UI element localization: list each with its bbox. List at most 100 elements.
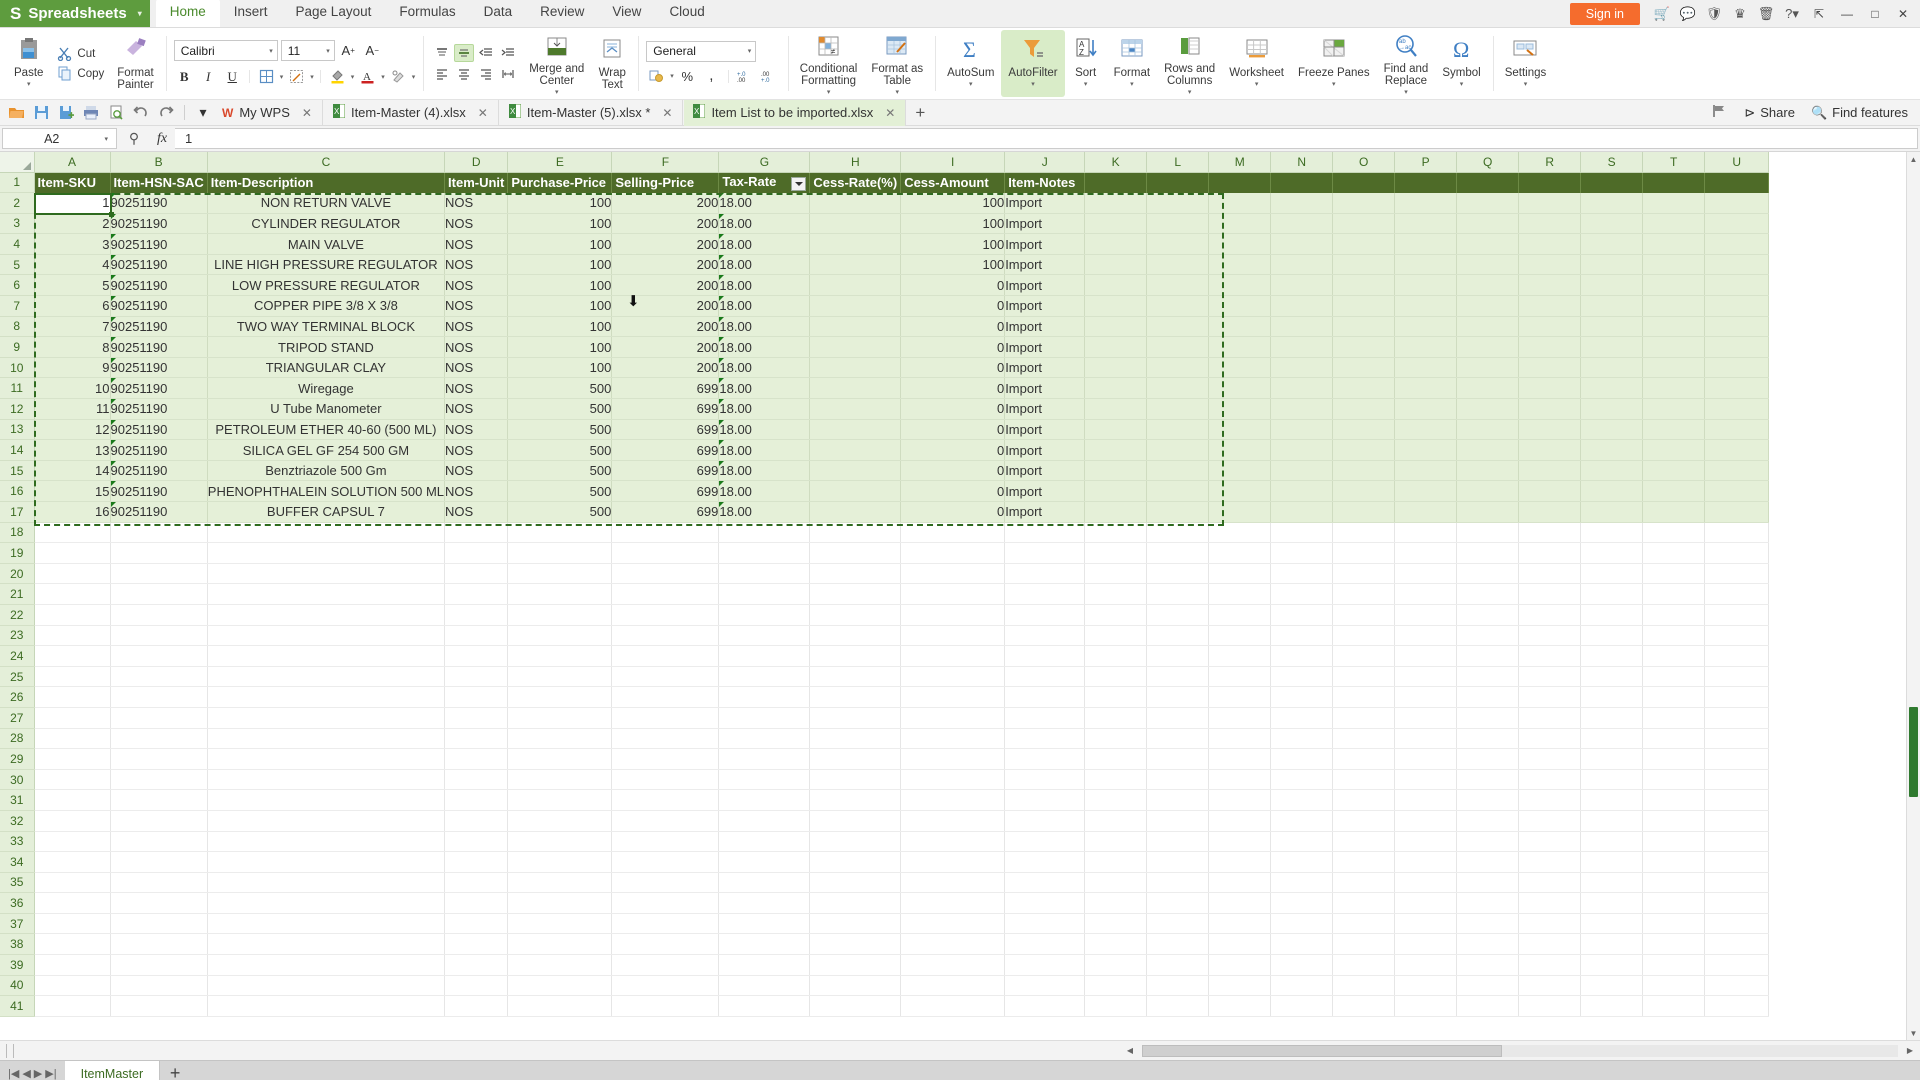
cell-N21[interactable] [1270, 583, 1334, 605]
cell-A7[interactable]: 6 [34, 295, 111, 317]
cell-O18[interactable] [1332, 522, 1396, 544]
cell-K8[interactable] [1084, 316, 1148, 338]
underline-button[interactable]: U [222, 66, 243, 87]
cell-E19[interactable] [507, 542, 613, 564]
cell-H15[interactable] [809, 460, 902, 482]
table-row[interactable]: 33 [0, 831, 1770, 853]
cell-B16[interactable]: 90251190 [110, 480, 208, 502]
redo-icon[interactable] [154, 102, 178, 124]
cell-M12[interactable] [1208, 398, 1272, 420]
cell-G35[interactable] [718, 872, 811, 894]
cell-L14[interactable] [1146, 439, 1210, 461]
cell-A31[interactable] [34, 789, 111, 811]
cell-K17[interactable] [1084, 501, 1148, 523]
cell-J16[interactable]: Import [1004, 480, 1086, 502]
cell-P35[interactable] [1394, 872, 1458, 894]
cell-T11[interactable] [1642, 377, 1706, 400]
cell-K15[interactable] [1084, 460, 1148, 482]
table-row[interactable]: 26 [0, 686, 1770, 708]
cell-K3[interactable] [1084, 213, 1148, 235]
doc-tab-item-master-5[interactable]: X Item-Master (5).xlsx * ✕ [500, 99, 684, 126]
cell-S26[interactable] [1580, 686, 1644, 708]
cell-M38[interactable] [1208, 933, 1272, 956]
cell-E35[interactable] [507, 872, 613, 894]
cell-L10[interactable] [1146, 357, 1210, 379]
cell-G3[interactable]: 18.00 [718, 213, 811, 235]
cell-R9[interactable] [1518, 336, 1582, 358]
cell-I21[interactable] [900, 583, 1006, 605]
crown-icon[interactable]: ♛ [1728, 2, 1752, 26]
cell-A11[interactable]: 10 [34, 377, 111, 400]
cell-U36[interactable] [1704, 892, 1770, 914]
cell-O38[interactable] [1332, 933, 1396, 956]
cell-R19[interactable] [1518, 542, 1582, 564]
cell-I38[interactable] [900, 933, 1006, 956]
table-row[interactable]: 8 7 90251190 TWO WAY TERMINAL BLOCK NOS 100 20… [0, 316, 1770, 338]
cell-S28[interactable] [1580, 728, 1644, 750]
cell-K27[interactable] [1084, 707, 1148, 729]
cell-A35[interactable] [34, 872, 111, 894]
cell-D28[interactable] [444, 728, 509, 750]
cell-N9[interactable] [1270, 336, 1334, 358]
cell-O22[interactable] [1332, 604, 1396, 626]
table-row[interactable]: 38 [0, 933, 1770, 956]
table-row[interactable]: 3 2 90251190 CYLINDER REGULATOR NOS 100 200 18.… [0, 213, 1770, 235]
increase-decimal-icon[interactable]: +.0.00 [735, 66, 756, 87]
table-row[interactable]: 31 [0, 789, 1770, 811]
cell-E27[interactable] [507, 707, 613, 729]
cell-Q9[interactable] [1456, 336, 1520, 358]
cell-M28[interactable] [1208, 728, 1272, 750]
cell-N32[interactable] [1270, 810, 1334, 832]
cell-Q38[interactable] [1456, 933, 1520, 956]
cell-J17[interactable]: Import [1004, 501, 1086, 523]
cell-C30[interactable] [207, 769, 446, 791]
cell-T1[interactable] [1642, 172, 1706, 193]
close-icon[interactable]: ✕ [885, 106, 895, 120]
cell-C29[interactable] [207, 748, 446, 770]
cell-U20[interactable] [1704, 563, 1770, 585]
cell-R11[interactable] [1518, 377, 1582, 400]
cell-P18[interactable] [1394, 522, 1458, 544]
cell-S41[interactable] [1580, 995, 1644, 1017]
cell-Q31[interactable] [1456, 789, 1520, 811]
table-row[interactable]: 37 [0, 913, 1770, 935]
cell-N33[interactable] [1270, 831, 1334, 853]
chevron-down-icon[interactable]: ▾ [381, 73, 385, 81]
cell-Q23[interactable] [1456, 625, 1520, 647]
cell-Q6[interactable] [1456, 274, 1520, 297]
cell-E2[interactable]: 100 [507, 192, 613, 214]
cell-L11[interactable] [1146, 377, 1210, 400]
cell-K22[interactable] [1084, 604, 1148, 626]
cell-G34[interactable] [718, 851, 811, 873]
cell-S31[interactable] [1580, 789, 1644, 811]
cell-J10[interactable]: Import [1004, 357, 1086, 379]
row-header-24[interactable]: 24 [0, 645, 35, 667]
cell-B20[interactable] [110, 563, 208, 585]
cell-G13[interactable]: 18.00 [718, 419, 811, 441]
cell-O14[interactable] [1332, 439, 1396, 461]
cell-J25[interactable] [1004, 666, 1086, 688]
cell-N23[interactable] [1270, 625, 1334, 647]
cell-D30[interactable] [444, 769, 509, 791]
cell-M17[interactable] [1208, 501, 1272, 523]
cell-P7[interactable] [1394, 295, 1458, 317]
cell-J35[interactable] [1004, 872, 1086, 894]
row-header-21[interactable]: 21 [0, 583, 35, 605]
table-row[interactable]: 34 [0, 851, 1770, 873]
cell-D41[interactable] [444, 995, 509, 1017]
cell-I29[interactable] [900, 748, 1006, 770]
cell-A36[interactable] [34, 892, 111, 914]
chevron-down-icon[interactable]: ▾ [261, 47, 273, 55]
cell-G36[interactable] [718, 892, 811, 914]
italic-button[interactable]: I [198, 66, 219, 87]
scroll-right-arrow-icon[interactable]: ▶ [1900, 1046, 1920, 1055]
accounting-format-icon[interactable] [646, 66, 667, 87]
table-row[interactable]: 13 12 90251190 PETROLEUM ETHER 40-60 (500 M… [0, 419, 1770, 441]
cell-J39[interactable] [1004, 954, 1086, 976]
cell-P6[interactable] [1394, 274, 1458, 297]
cell-U37[interactable] [1704, 913, 1770, 935]
cell-U41[interactable] [1704, 995, 1770, 1017]
tab-review[interactable]: Review [526, 0, 598, 27]
cell-Q5[interactable] [1456, 254, 1520, 276]
cell-Q12[interactable] [1456, 398, 1520, 420]
